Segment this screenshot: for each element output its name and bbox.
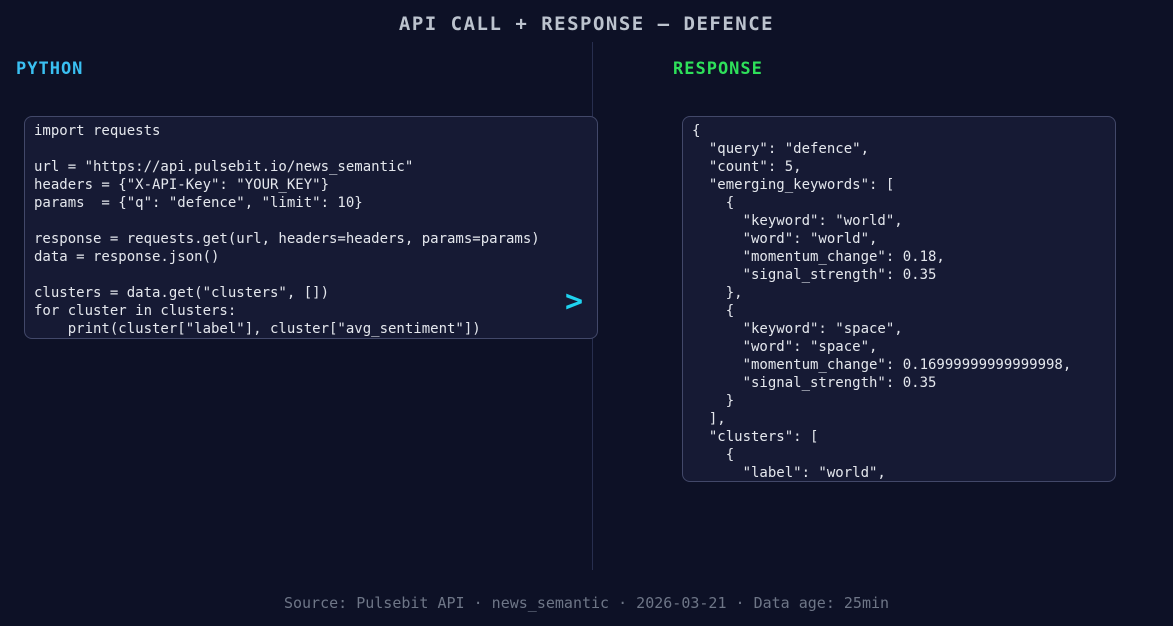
api-call-response-page: API CALL + RESPONSE — DEFENCE PYTHON imp… (0, 0, 1173, 626)
python-panel-label: PYTHON (16, 59, 83, 79)
source-footer: Source: Pulsebit API · news_semantic · 2… (0, 594, 1173, 612)
python-code-block: import requests url = "https://api.pulse… (24, 116, 598, 339)
response-panel-label: RESPONSE (673, 59, 763, 79)
run-arrow-icon: > (565, 287, 583, 317)
response-json-block: { "query": "defence", "count": 5, "emerg… (682, 116, 1116, 482)
page-title: API CALL + RESPONSE — DEFENCE (0, 13, 1173, 35)
